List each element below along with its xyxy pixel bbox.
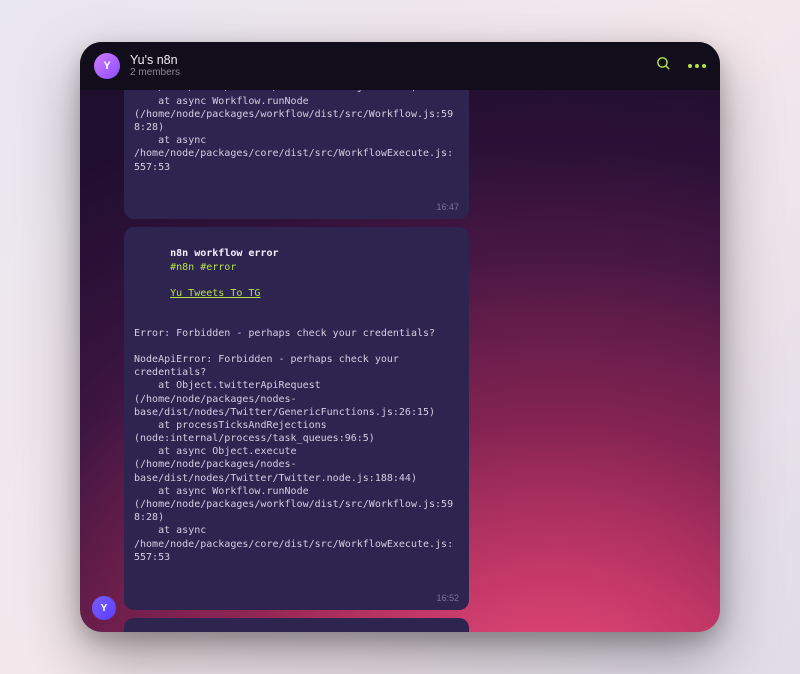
chat-title: Yu's n8n [130, 53, 645, 67]
header-avatar[interactable]: Y [94, 53, 120, 79]
chat-window: Y Yu's n8n 2 members base/dist/nodes/Twi… [80, 42, 720, 632]
message-link[interactable]: Yu Tweets To TG [170, 288, 260, 299]
message-bubble[interactable]: n8n workflow error #n8n #error Yu Tweets… [124, 618, 469, 633]
header-text-block[interactable]: Yu's n8n 2 members [130, 53, 645, 79]
header-avatar-letter: Y [103, 60, 110, 72]
chat-subtitle: 2 members [130, 67, 645, 79]
message-time: 16:52 [436, 593, 459, 605]
message-body: base/dist/nodes/Twitter/Twitter.node.js:… [134, 90, 459, 174]
chat-header: Y Yu's n8n 2 members [80, 42, 720, 90]
message-title: n8n workflow error [170, 248, 278, 259]
chat-body[interactable]: base/dist/nodes/Twitter/Twitter.node.js:… [80, 90, 720, 632]
search-icon[interactable] [655, 55, 672, 77]
message-bubble[interactable]: n8n workflow error #n8n #error Yu Tweets… [124, 227, 469, 609]
message-time: 16:47 [436, 202, 459, 214]
sender-avatar[interactable]: Y [92, 596, 116, 620]
message-tags: #n8n #error [170, 262, 236, 273]
message-body: Error: Forbidden - perhaps check your cr… [134, 313, 459, 564]
sender-avatar-letter: Y [101, 603, 108, 614]
header-actions [655, 55, 706, 77]
more-icon[interactable] [688, 64, 706, 68]
message-bubble[interactable]: base/dist/nodes/Twitter/Twitter.node.js:… [124, 90, 469, 219]
